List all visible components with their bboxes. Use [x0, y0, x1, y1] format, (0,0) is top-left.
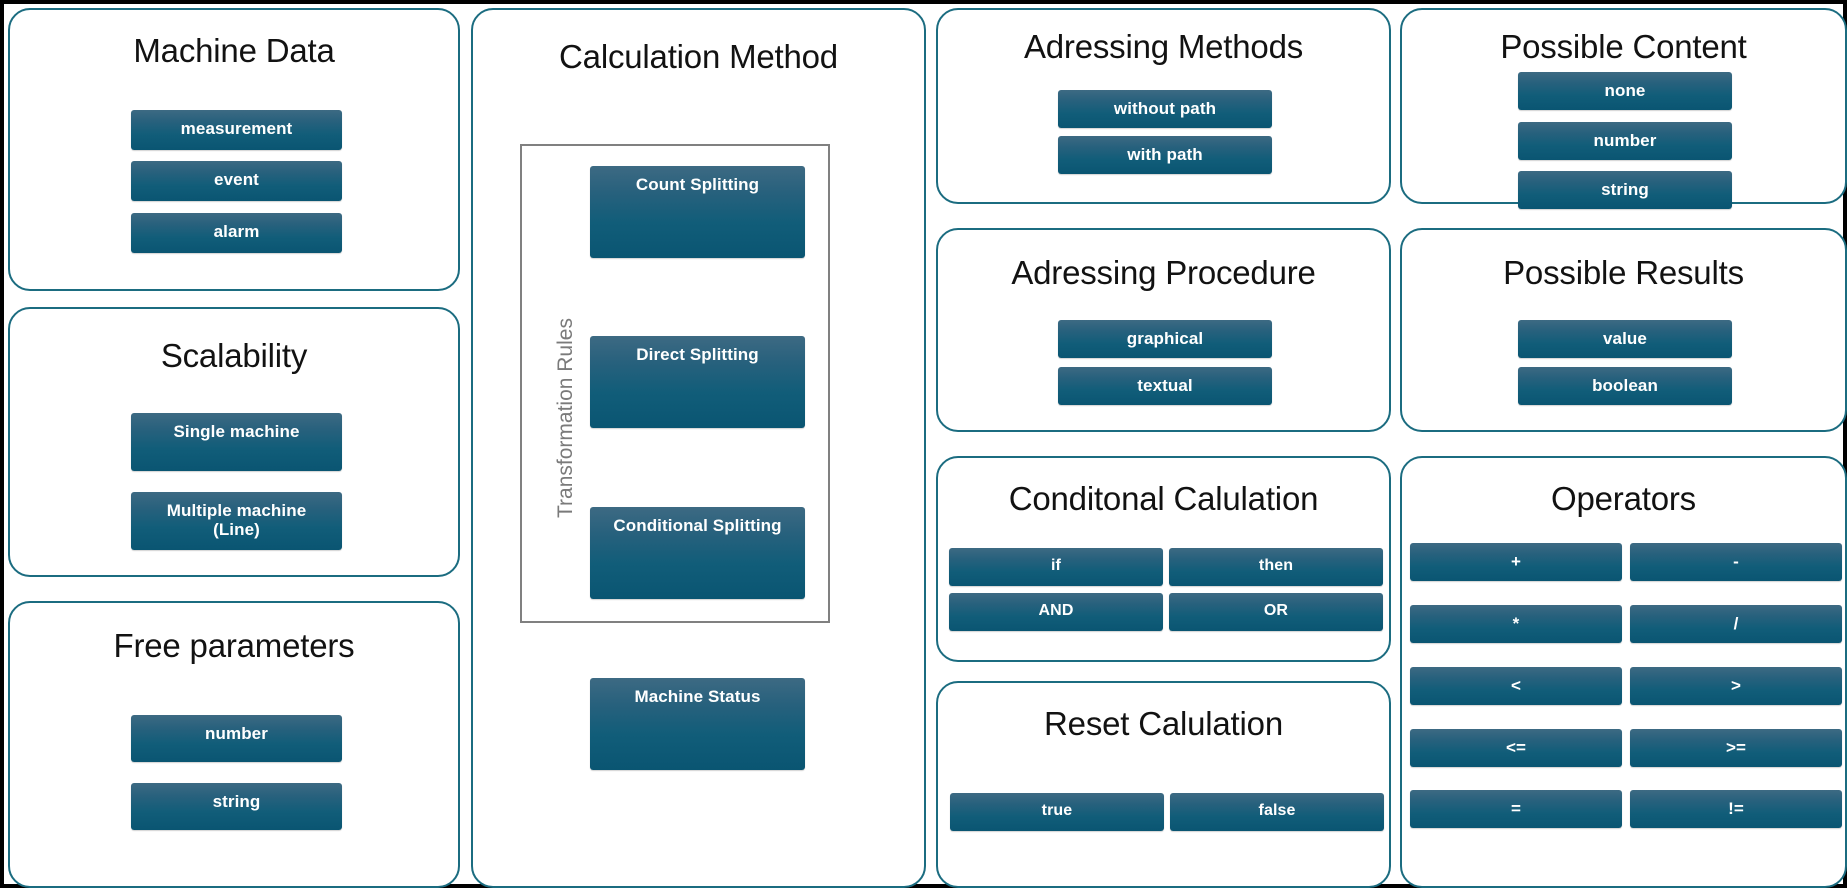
option-single-machine[interactable]: Single machine — [131, 413, 342, 471]
option-alarm[interactable]: alarm — [131, 213, 342, 253]
panel-reset-calulation: Reset Calulation true false — [936, 681, 1391, 888]
option-multiple-machine-line[interactable]: Multiple machine (Line) — [131, 492, 342, 550]
panel-title-operators: Operators — [1551, 480, 1696, 517]
operator-plus[interactable]: + — [1410, 543, 1622, 581]
option-graphical[interactable]: graphical — [1058, 320, 1272, 358]
operator-equal[interactable]: = — [1410, 790, 1622, 828]
panel-title-adressing-methods: Adressing Methods — [1023, 28, 1304, 65]
option-without-path[interactable]: without path — [1058, 90, 1272, 128]
panel-scalability: Scalability Single machine Multiple mach… — [8, 307, 460, 577]
option-content-none[interactable]: none — [1518, 72, 1732, 110]
panel-operators: Operators + - * / < > <= >= = != — [1400, 456, 1847, 888]
operator-not-equal[interactable]: != — [1630, 790, 1842, 828]
panel-title-conditonal-calulation: Conditonal Calulation — [1008, 480, 1319, 517]
operator-less-equal[interactable]: <= — [1410, 729, 1622, 767]
option-multiple-machine-line-1: Multiple machine — [166, 501, 307, 520]
operator-minus[interactable]: - — [1630, 543, 1842, 581]
diagram-frame: Machine Data measurement event alarm Sca… — [0, 0, 1847, 888]
option-if[interactable]: if — [949, 548, 1163, 586]
operator-divide[interactable]: / — [1630, 605, 1842, 643]
panel-title-machine-data: Machine Data — [133, 32, 335, 69]
option-multiple-machine-line-2: (Line) — [213, 520, 260, 540]
panel-title-calculation-method: Calculation Method — [559, 38, 838, 75]
panel-machine-data: Machine Data measurement event alarm — [8, 8, 460, 291]
option-value[interactable]: value — [1518, 320, 1732, 358]
panel-title-scalability: Scalability — [160, 337, 308, 374]
panel-possible-content: Possible Content none number string — [1400, 8, 1847, 209]
option-conditional-splitting[interactable]: Conditional Splitting — [590, 507, 805, 599]
operator-greater-than[interactable]: > — [1630, 667, 1842, 705]
operator-less-than[interactable]: < — [1410, 667, 1622, 705]
panel-free-parameters: Free parameters number string — [8, 601, 460, 888]
option-machine-status[interactable]: Machine Status — [590, 678, 805, 770]
option-direct-splitting[interactable]: Direct Splitting — [590, 336, 805, 428]
panel-title-adressing-procedure: Adressing Procedure — [1011, 254, 1316, 291]
option-boolean[interactable]: boolean — [1518, 367, 1732, 405]
panel-conditonal-calulation: Conditonal Calulation if then AND OR — [936, 456, 1391, 662]
option-and[interactable]: AND — [949, 593, 1163, 631]
option-true[interactable]: true — [950, 793, 1164, 831]
option-with-path[interactable]: with path — [1058, 136, 1272, 174]
panel-possible-results: Possible Results value boolean — [1400, 228, 1847, 432]
panel-title-reset-calulation: Reset Calulation — [1044, 705, 1283, 742]
operator-multiply[interactable]: * — [1410, 605, 1622, 643]
panel-calculation-method: Calculation Method Transformation Rules … — [471, 8, 926, 888]
option-content-string[interactable]: string — [1518, 171, 1732, 209]
option-or[interactable]: OR — [1169, 593, 1383, 631]
operator-greater-equal[interactable]: >= — [1630, 729, 1842, 767]
option-textual[interactable]: textual — [1058, 367, 1272, 405]
panel-title-free-parameters: Free parameters — [113, 627, 355, 664]
option-then[interactable]: then — [1169, 548, 1383, 586]
panel-adressing-methods: Adressing Methods without path with path — [936, 8, 1391, 204]
option-string[interactable]: string — [131, 783, 342, 830]
panel-title-possible-results: Possible Results — [1503, 254, 1744, 291]
option-false[interactable]: false — [1170, 793, 1384, 831]
option-event[interactable]: event — [131, 161, 342, 201]
option-measurement[interactable]: measurement — [131, 110, 342, 150]
option-count-splitting[interactable]: Count Splitting — [590, 166, 805, 258]
transformation-rules-label: Transformation Rules — [554, 318, 577, 518]
option-number[interactable]: number — [131, 715, 342, 762]
panel-title-possible-content: Possible Content — [1500, 28, 1747, 65]
option-content-number[interactable]: number — [1518, 122, 1732, 160]
panel-adressing-procedure: Adressing Procedure graphical textual — [936, 228, 1391, 432]
